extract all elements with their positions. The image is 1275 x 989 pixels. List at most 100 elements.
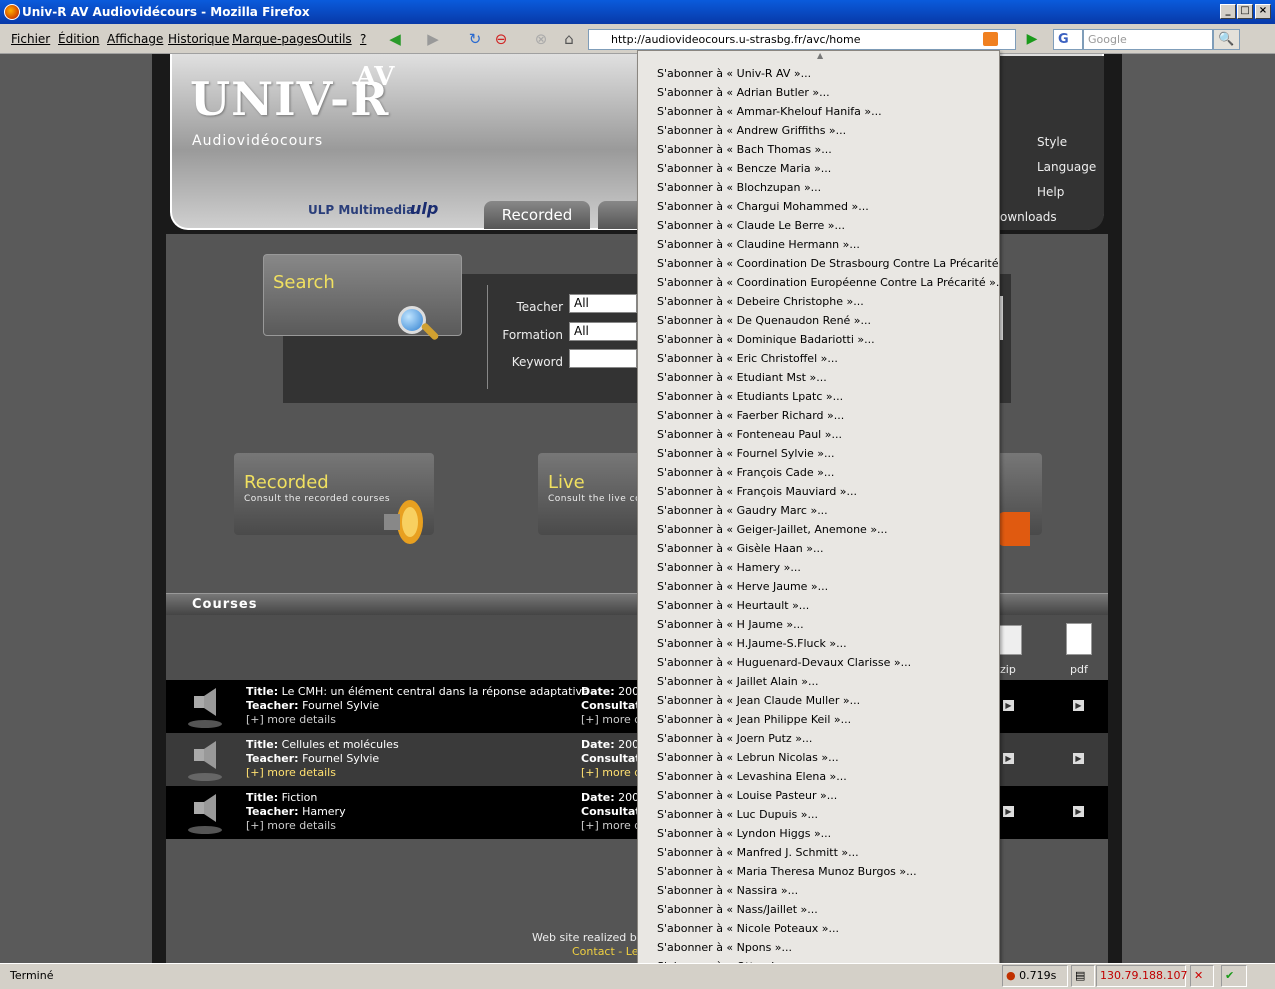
menu-outils[interactable]: Outils — [317, 32, 352, 46]
tab-recorded[interactable]: Recorded — [484, 201, 590, 229]
recorded-title[interactable]: Recorded — [244, 472, 329, 493]
close-button[interactable]: × — [1255, 4, 1271, 19]
subscribe-item[interactable]: S'abonner à « Maria Theresa Munoz Burgos… — [657, 862, 999, 881]
search-engine-selector[interactable]: G — [1053, 29, 1083, 50]
subscribe-item[interactable]: S'abonner à « Coordination De Strasbourg… — [657, 254, 999, 273]
subscribe-item[interactable]: S'abonner à « Huguenard-Devaux Clarisse … — [657, 653, 999, 672]
live-title[interactable]: Live — [548, 472, 585, 493]
subscribe-item[interactable]: S'abonner à « Blochzupan »... — [657, 178, 999, 197]
nav-downloads[interactable]: ownloads — [1000, 210, 1057, 224]
subscribe-item[interactable]: S'abonner à « Gaudry Marc »... — [657, 501, 999, 520]
zip-download-icon[interactable]: ▶ — [1003, 806, 1014, 817]
back-icon[interactable]: ◀ — [384, 29, 406, 49]
reload-icon[interactable]: ↻ — [464, 29, 486, 49]
ulp-logo[interactable]: ulp — [410, 199, 438, 218]
subscribe-item[interactable]: S'abonner à « Claudine Hermann »... — [657, 235, 999, 254]
subscribe-item[interactable]: S'abonner à « Luc Dupuis »... — [657, 805, 999, 824]
subscribe-item[interactable]: S'abonner à « Faerber Richard »... — [657, 406, 999, 425]
more-details-link[interactable]: [+] more det — [581, 819, 637, 832]
menu-historique[interactable]: Historique — [168, 32, 230, 46]
subscribe-item[interactable]: S'abonner à « Debeire Christophe »... — [657, 292, 999, 311]
nav-help[interactable]: Help — [1037, 185, 1064, 199]
subscribe-item[interactable]: S'abonner à « Herve Jaume »... — [657, 577, 999, 596]
subscribe-item[interactable]: S'abonner à « Univ-R AV »... — [657, 64, 999, 83]
more-details-link[interactable]: [+] more det — [581, 766, 637, 779]
subscribe-item[interactable]: S'abonner à « Levashina Elena »... — [657, 767, 999, 786]
subscribe-item[interactable]: S'abonner à « François Cade »... — [657, 463, 999, 482]
menu-fichier[interactable]: Fichier — [11, 32, 50, 46]
subscribe-item[interactable]: S'abonner à « Jean Philippe Keil »... — [657, 710, 999, 729]
nav-language[interactable]: Language — [1037, 160, 1096, 174]
forward-icon[interactable]: ▶ — [422, 29, 444, 49]
subscribe-item[interactable]: S'abonner à « Bencze Maria »... — [657, 159, 999, 178]
subscribe-item[interactable]: S'abonner à « Nassira »... — [657, 881, 999, 900]
menu-marque-pages[interactable]: Marque-pages — [232, 32, 318, 46]
subscribe-item[interactable]: S'abonner à « Manfred J. Schmitt »... — [657, 843, 999, 862]
subscribe-item[interactable]: S'abonner à « Louise Pasteur »... — [657, 786, 999, 805]
more-details-link[interactable]: [+] more details — [246, 713, 336, 726]
subscribe-item[interactable]: S'abonner à « Jaillet Alain »... — [657, 672, 999, 691]
subscribe-item[interactable]: S'abonner à « De Quenaudon René »... — [657, 311, 999, 330]
pdf-download-icon[interactable]: ▶ — [1073, 806, 1084, 817]
scroll-up-icon[interactable]: ▲ — [817, 51, 823, 60]
subscribe-item[interactable]: S'abonner à « Dominique Badariotti »... — [657, 330, 999, 349]
subscribe-item[interactable]: S'abonner à « Bach Thomas »... — [657, 140, 999, 159]
menu-edition[interactable]: Édition — [58, 32, 100, 46]
menu-help[interactable]: ? — [360, 32, 366, 46]
block-icon[interactable]: ✕ — [1190, 965, 1214, 987]
page-info-icon[interactable]: ▤ — [1071, 965, 1095, 987]
search-input[interactable]: Google — [1083, 29, 1213, 50]
nav-style[interactable]: Style — [1037, 135, 1067, 149]
keyword-input[interactable] — [569, 349, 637, 368]
footer-links[interactable]: Contact - Leg — [572, 945, 645, 958]
more-details-link[interactable]: [+] more det — [581, 713, 637, 726]
ulp-multimedia-logo[interactable]: ULP Multimedia — [308, 203, 414, 217]
subscribe-item[interactable]: S'abonner à « Hamery »... — [657, 558, 999, 577]
subscribe-item[interactable]: S'abonner à « Gisèle Haan »... — [657, 539, 999, 558]
more-details-link[interactable]: [+] more details — [246, 766, 336, 779]
check-icon[interactable]: ✔ — [1221, 965, 1247, 987]
rss-feed-icon[interactable] — [983, 32, 998, 46]
subscribe-item[interactable]: S'abonner à « Lyndon Higgs »... — [657, 824, 999, 843]
maximize-button[interactable]: □ — [1237, 4, 1253, 19]
pdf-download-icon[interactable]: ▶ — [1073, 700, 1084, 711]
subscribe-item[interactable]: S'abonner à « Lebrun Nicolas »... — [657, 748, 999, 767]
more-details-link[interactable]: [+] more details — [246, 819, 336, 832]
subscribe-item[interactable]: S'abonner à « Coordination Européenne Co… — [657, 273, 999, 292]
subscribe-item[interactable]: S'abonner à « François Mauviard »... — [657, 482, 999, 501]
subscribe-item[interactable]: S'abonner à « Ammar-Khelouf Hanifa »... — [657, 102, 999, 121]
subscribe-item[interactable]: S'abonner à « Fournel Sylvie »... — [657, 444, 999, 463]
subscribe-item[interactable]: S'abonner à « Eric Christoffel »... — [657, 349, 999, 368]
subscribe-item[interactable]: S'abonner à « Andrew Griffiths »... — [657, 121, 999, 140]
subscribe-item[interactable]: S'abonner à « Nass/Jaillet »... — [657, 900, 999, 919]
subscribe-item[interactable]: S'abonner à « Claude Le Berre »... — [657, 216, 999, 235]
tab-live[interactable] — [598, 201, 638, 229]
subscribe-item[interactable]: S'abonner à « Geiger-Jaillet, Anemone ».… — [657, 520, 999, 539]
pdf-download-icon[interactable]: ▶ — [1073, 753, 1084, 764]
speaker-icon — [384, 500, 423, 544]
search-go-icon[interactable]: 🔍 — [1213, 29, 1240, 50]
menu-affichage[interactable]: Affichage — [107, 32, 163, 46]
go-icon[interactable]: ▶ — [1021, 29, 1043, 50]
home-icon[interactable]: ⌂ — [558, 29, 580, 49]
search-divider — [487, 285, 488, 389]
teacher-select[interactable]: All — [569, 294, 637, 313]
formation-select[interactable]: All — [569, 322, 637, 341]
zip-download-icon[interactable]: ▶ — [1003, 753, 1014, 764]
zip-download-icon[interactable]: ▶ — [1003, 700, 1014, 711]
url-input[interactable]: http://audiovideocours.u-strasbg.fr/avc/… — [588, 29, 1016, 50]
subscribe-item[interactable]: S'abonner à « Heurtault »... — [657, 596, 999, 615]
subscribe-item[interactable]: S'abonner à « Etudiants Lpatc »... — [657, 387, 999, 406]
minimize-button[interactable]: _ — [1220, 4, 1236, 19]
subscribe-item[interactable]: S'abonner à « Etudiant Mst »... — [657, 368, 999, 387]
subscribe-item[interactable]: S'abonner à « Npons »... — [657, 938, 999, 957]
subscribe-item[interactable]: S'abonner à « H Jaume »... — [657, 615, 999, 634]
subscribe-item[interactable]: S'abonner à « Adrian Butler »... — [657, 83, 999, 102]
subscribe-item[interactable]: S'abonner à « Jean Claude Muller »... — [657, 691, 999, 710]
subscribe-item[interactable]: S'abonner à « H.Jaume-S.Fluck »... — [657, 634, 999, 653]
subscribe-item[interactable]: S'abonner à « Chargui Mohammed »... — [657, 197, 999, 216]
subscribe-item[interactable]: S'abonner à « Fonteneau Paul »... — [657, 425, 999, 444]
stop-icon[interactable]: ⊖ — [490, 29, 512, 49]
subscribe-item[interactable]: S'abonner à « Joern Putz »... — [657, 729, 999, 748]
subscribe-item[interactable]: S'abonner à « Nicole Poteaux »... — [657, 919, 999, 938]
